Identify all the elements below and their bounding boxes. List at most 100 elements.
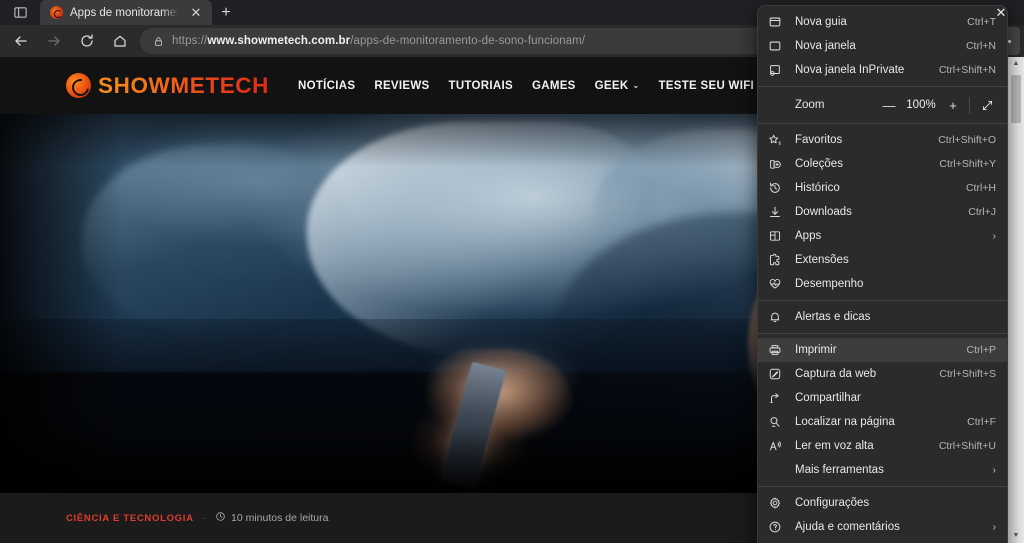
site-logo[interactable]: SHOWMETECH [66,73,269,99]
new-tab-button[interactable]: + [212,0,240,25]
chevron-right-icon: › [992,230,996,242]
menu-item-label: Localizar na página [795,416,895,428]
menu-item-label: Configurações [795,497,870,509]
menu-item-label: Desempenho [795,278,864,290]
browser-tab[interactable]: Apps de monitoramento de sono ✕ [40,0,212,25]
menu-item-alertas-e-dicas[interactable]: Alertas e dicas [758,305,1007,329]
help-icon [768,520,790,534]
nav-label: GAMES [531,79,576,92]
zoom-in-button[interactable]: + [940,94,966,116]
menu-item-label: Coleções [795,158,843,170]
close-tab-icon[interactable]: ✕ [186,3,206,23]
menu-item-captura-da-web[interactable]: Captura da web Ctrl+Shift+S [758,362,1007,386]
collections-icon [768,157,790,171]
zoom-out-button[interactable]: — [876,94,902,116]
menu-item-extensoes[interactable]: Extensões [758,248,1007,272]
menu-item-configuracoes[interactable]: Configurações [758,491,1007,515]
back-button[interactable] [4,27,37,55]
nav-label: TUTORIAIS [448,79,513,92]
menu-item-label: Histórico [795,182,840,194]
scroll-down-arrow-icon[interactable]: ▼ [1013,529,1020,543]
menu-item-shortcut: Ctrl+Shift+S [939,368,996,380]
menu-item-nova-guia[interactable]: Nova guia Ctrl+T [758,10,1007,34]
nav-item-tutoriais[interactable]: TUTORIAIS [449,80,513,92]
chevron-right-icon: › [992,521,996,533]
menu-item-label: Extensões [795,254,849,266]
menu-item-shortcut: Ctrl+P [966,344,996,356]
showmetech-favicon [50,6,63,19]
menu-item-localizar-na-pagina[interactable]: Localizar na página Ctrl+F [758,410,1007,434]
scrollbar-track[interactable] [1008,71,1024,529]
reload-button[interactable] [70,27,103,55]
menu-item-label: Compartilhar [795,392,861,404]
article-category[interactable]: CIÊNCIA E TECNOLOGIA [66,513,194,524]
menu-item-nova-janela-inprivate[interactable]: Nova janela InPrivate Ctrl+Shift+N [758,58,1007,82]
scroll-up-arrow-icon[interactable]: ▲ [1013,57,1020,71]
url-scheme: https:// [172,35,208,47]
tab-actions-icon[interactable] [0,0,40,25]
nav-item-teste-seu-wifi[interactable]: TESTE SEU WIFI [658,80,754,92]
gear-icon [768,496,790,510]
menu-item-shortcut: Ctrl+F [967,416,996,428]
window-close-button[interactable]: ✕ [978,0,1024,25]
menu-zoom-row: Zoom — 100% + [758,91,1007,119]
menu-item-desempenho[interactable]: Desempenho [758,272,1007,296]
menu-divider [758,486,1007,487]
read-time-label: 10 minutos de leitura [231,512,329,524]
menu-item-label: Captura da web [795,368,877,380]
scrollbar-thumb[interactable] [1011,75,1021,123]
url-host: www.showmetech.com.br [207,35,351,47]
fullscreen-icon[interactable] [973,94,1001,116]
home-button[interactable] [103,27,136,55]
menu-item-label: Mais ferramentas [795,464,884,476]
menu-item-label: Nova guia [795,16,847,28]
menu-item-historico[interactable]: Histórico Ctrl+H [758,176,1007,200]
edge-settings-menu: Nova guia Ctrl+T Nova janela Ctrl+N Nova… [757,5,1008,543]
nav-label: REVIEWS [374,79,430,92]
forward-button[interactable] [37,27,70,55]
article-read-time: 10 minutos de leitura [215,511,328,525]
new-window-icon [768,39,790,53]
lock-icon [149,36,167,47]
edge-browser-window: Apps de monitoramento de sono ✕ + ✕ [0,0,1024,543]
chevron-right-icon: › [992,464,996,476]
menu-item-favoritos[interactable]: Favoritos Ctrl+Shift+O [758,128,1007,152]
menu-divider [758,123,1007,124]
menu-item-shortcut: Ctrl+Shift+N [938,64,996,76]
inprivate-icon [768,63,790,77]
menu-item-mais-ferramentas[interactable]: Mais ferramentas › [758,458,1007,482]
menu-item-ler-em-voz-alta[interactable]: Ler em voz alta Ctrl+Shift+U [758,434,1007,458]
find-icon [768,415,790,429]
nav-item-games[interactable]: GAMES [532,80,576,92]
menu-item-apps[interactable]: Apps › [758,224,1007,248]
chevron-down-icon: ⌄ [632,81,640,90]
nav-item-geek[interactable]: GEEK ⌄ [595,80,640,92]
menu-item-shortcut: Ctrl+Shift+U [938,440,996,452]
menu-item-nova-janela[interactable]: Nova janela Ctrl+N [758,34,1007,58]
menu-divider [758,300,1007,301]
menu-item-shortcut: Ctrl+H [965,182,996,194]
menu-item-label: Favoritos [795,134,843,146]
share-icon [768,391,790,405]
showmetech-logo-mark [66,73,91,98]
zoom-value: 100% [906,99,936,111]
menu-item-label: Nova janela [795,40,856,52]
menu-item-colecoes[interactable]: Coleções Ctrl+Shift+Y [758,152,1007,176]
meta-separator: · [202,512,206,524]
new-tab-icon [768,15,790,29]
menu-item-ajuda-e-comentarios[interactable]: Ajuda e comentários › [758,515,1007,539]
menu-item-imprimir[interactable]: Imprimir Ctrl+P [758,338,1007,362]
menu-item-compartilhar[interactable]: Compartilhar [758,386,1007,410]
zoom-label: Zoom [795,99,825,111]
nav-item-noticias[interactable]: NOTÍCIAS [298,80,355,92]
nav-item-reviews[interactable]: REVIEWS [374,80,429,92]
star-icon [768,133,790,147]
page-scrollbar[interactable]: ▲ ▼ [1008,57,1024,543]
menu-item-label: Apps [795,230,822,242]
read-aloud-icon [768,439,790,453]
nav-label: GEEK [594,79,629,92]
bell-icon [768,310,790,324]
menu-item-downloads[interactable]: Downloads Ctrl+J [758,200,1007,224]
history-icon [768,181,790,195]
menu-item-shortcut: Ctrl+N [965,40,996,52]
